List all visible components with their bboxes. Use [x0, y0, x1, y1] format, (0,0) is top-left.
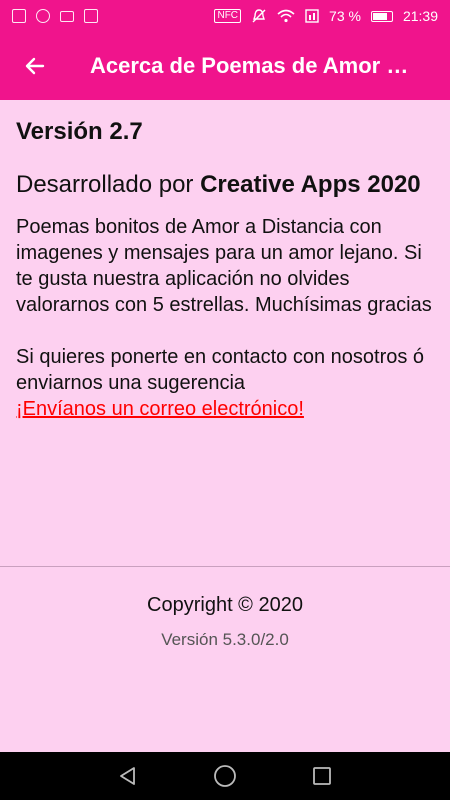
divider — [0, 566, 450, 567]
mute-icon — [252, 9, 266, 23]
clock: 21:39 — [402, 8, 438, 24]
back-triangle-icon — [120, 767, 136, 785]
nav-home-button[interactable] — [205, 756, 245, 796]
copyright: Copyright © 2020 — [147, 594, 303, 616]
game-icon — [84, 9, 98, 23]
chrome-icon — [36, 9, 50, 23]
app-bar: Acerca de Poemas de Amor a Distancia — [0, 32, 450, 100]
developer-line: Desarrollado por Creative Apps 2020 — [16, 170, 436, 200]
version-title: Versión 2.7 — [16, 118, 143, 145]
page-title: Acerca de Poemas de Amor a Distancia — [90, 53, 420, 78]
status-right-icons: NFC 73 % 21:39 — [214, 8, 438, 24]
image-icon — [12, 9, 26, 23]
app-description: Poemas bonitos de Amor a Distancia con i… — [16, 216, 432, 316]
contact-text: Si quieres ponerte en contacto con nosot… — [16, 346, 425, 394]
gmail-icon — [60, 10, 74, 22]
nfc-icon: NFC — [214, 9, 242, 23]
signal-icon — [305, 9, 319, 23]
developer-name: Creative Apps 2020 — [200, 171, 421, 198]
status-bar: NFC 73 % 21:39 — [0, 0, 450, 32]
back-button[interactable] — [0, 32, 70, 100]
nav-recents-button[interactable] — [302, 756, 342, 796]
navigation-bar — [0, 752, 450, 800]
wifi-icon — [277, 9, 295, 23]
arrow-left-icon — [25, 57, 45, 75]
nav-back-button[interactable] — [108, 756, 148, 796]
battery-percent: 73 % — [329, 8, 361, 24]
battery-icon — [370, 10, 393, 22]
status-left-icons — [12, 9, 98, 23]
developer-prefix: Desarrollado por — [16, 171, 201, 198]
about-content: Versión 2.7 Desarrollado por Creative Ap… — [16, 118, 436, 422]
email-link[interactable]: ¡Envíanos un correo electrónico! — [16, 398, 304, 420]
app-version: Versión 5.3.0/2.0 — [161, 630, 289, 649]
home-circle-icon — [214, 765, 236, 787]
recents-square-icon — [312, 767, 331, 785]
